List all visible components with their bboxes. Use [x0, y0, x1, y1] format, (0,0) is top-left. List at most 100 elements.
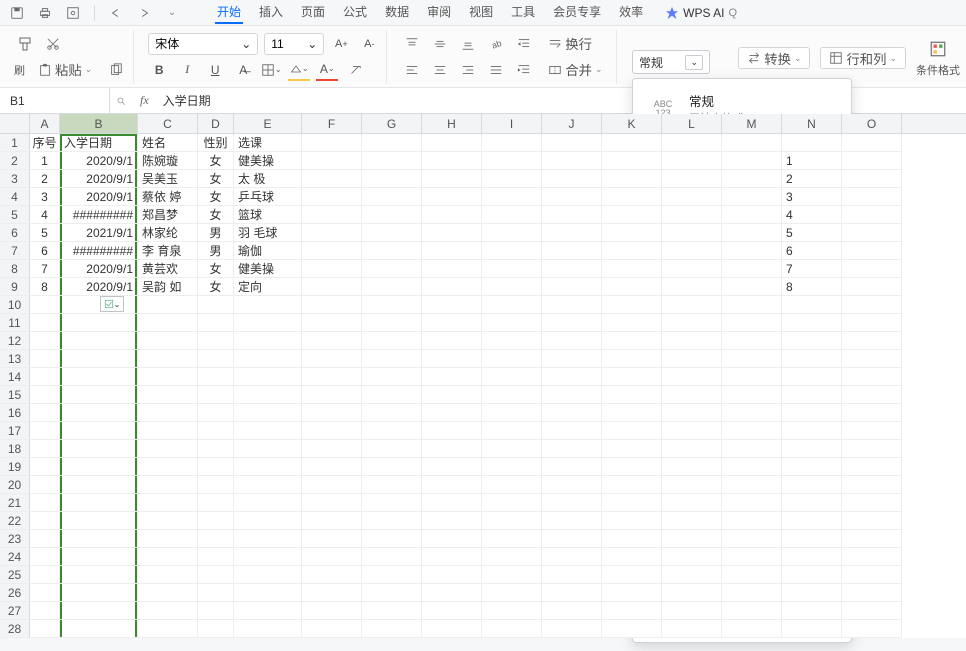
cell[interactable]: [362, 458, 422, 476]
cell[interactable]: [302, 278, 362, 296]
cell[interactable]: [722, 368, 782, 386]
cell[interactable]: [234, 422, 302, 440]
cell[interactable]: [30, 530, 60, 548]
cell[interactable]: [482, 332, 542, 350]
row-header[interactable]: 11: [0, 314, 30, 332]
col-header-K[interactable]: K: [602, 114, 662, 133]
cell[interactable]: [842, 476, 902, 494]
cell[interactable]: [362, 332, 422, 350]
cell[interactable]: [138, 530, 198, 548]
cell[interactable]: [722, 530, 782, 548]
cell[interactable]: 男: [198, 242, 234, 260]
cell[interactable]: [362, 530, 422, 548]
cell[interactable]: [234, 296, 302, 314]
strike-icon[interactable]: A̶: [232, 59, 254, 81]
cell[interactable]: [662, 458, 722, 476]
cell[interactable]: 女: [198, 152, 234, 170]
cell[interactable]: [662, 602, 722, 620]
cell[interactable]: [138, 296, 198, 314]
tab-formula[interactable]: 公式: [341, 1, 369, 24]
cell[interactable]: [782, 422, 842, 440]
cell[interactable]: [602, 512, 662, 530]
cell[interactable]: [302, 512, 362, 530]
cell[interactable]: [542, 512, 602, 530]
cell[interactable]: 2020/9/1: [60, 260, 138, 278]
cell[interactable]: [60, 512, 138, 530]
cell[interactable]: [482, 260, 542, 278]
wrap-button[interactable]: 换行: [541, 33, 599, 55]
cell[interactable]: [422, 494, 482, 512]
cell[interactable]: [482, 314, 542, 332]
cell[interactable]: [198, 458, 234, 476]
cell[interactable]: 定向: [234, 278, 302, 296]
cell[interactable]: [302, 566, 362, 584]
cell[interactable]: 5: [782, 224, 842, 242]
cell[interactable]: [30, 422, 60, 440]
cell[interactable]: 健美操: [234, 152, 302, 170]
cell[interactable]: [842, 602, 902, 620]
cell[interactable]: [602, 404, 662, 422]
row-header[interactable]: 4: [0, 188, 30, 206]
cell[interactable]: [198, 368, 234, 386]
cell[interactable]: [302, 188, 362, 206]
cell[interactable]: [722, 584, 782, 602]
cell[interactable]: [422, 548, 482, 566]
cell[interactable]: [422, 314, 482, 332]
tab-data[interactable]: 数据: [383, 1, 411, 24]
search-icon[interactable]: [110, 90, 132, 112]
cell[interactable]: 太 极: [234, 170, 302, 188]
justify-icon[interactable]: [485, 59, 507, 81]
row-header[interactable]: 17: [0, 422, 30, 440]
cell[interactable]: [482, 530, 542, 548]
cell[interactable]: [198, 494, 234, 512]
cell[interactable]: [542, 170, 602, 188]
cell[interactable]: [362, 368, 422, 386]
cell[interactable]: 2020/9/1: [60, 188, 138, 206]
cell[interactable]: [662, 476, 722, 494]
cell[interactable]: [662, 206, 722, 224]
cell[interactable]: [542, 602, 602, 620]
cell[interactable]: [302, 224, 362, 242]
cell[interactable]: [542, 548, 602, 566]
cell[interactable]: [542, 242, 602, 260]
row-header[interactable]: 22: [0, 512, 30, 530]
cell[interactable]: [138, 314, 198, 332]
row-header[interactable]: 28: [0, 620, 30, 638]
cell[interactable]: [422, 620, 482, 638]
cell[interactable]: [60, 494, 138, 512]
cell[interactable]: [482, 134, 542, 152]
cell[interactable]: [722, 422, 782, 440]
cell[interactable]: [542, 260, 602, 278]
cell[interactable]: [302, 458, 362, 476]
cell[interactable]: 蔡依 婷: [138, 188, 198, 206]
cell[interactable]: [782, 440, 842, 458]
tab-insert[interactable]: 插入: [257, 1, 285, 24]
cell[interactable]: [422, 404, 482, 422]
cell[interactable]: [662, 224, 722, 242]
cell[interactable]: [234, 458, 302, 476]
cell[interactable]: [30, 476, 60, 494]
cell[interactable]: [722, 296, 782, 314]
clear-format-icon[interactable]: [344, 59, 366, 81]
bold-icon[interactable]: B: [148, 59, 170, 81]
cell[interactable]: [482, 242, 542, 260]
cell[interactable]: [302, 476, 362, 494]
cell[interactable]: 郑昌梦: [138, 206, 198, 224]
cell[interactable]: [662, 350, 722, 368]
cell[interactable]: [722, 314, 782, 332]
cell[interactable]: [722, 260, 782, 278]
cell[interactable]: [30, 602, 60, 620]
cell[interactable]: [138, 566, 198, 584]
cell[interactable]: [782, 368, 842, 386]
cell[interactable]: [482, 440, 542, 458]
cell[interactable]: [662, 620, 722, 638]
cell[interactable]: [842, 314, 902, 332]
cell[interactable]: [198, 566, 234, 584]
convert-button[interactable]: 转换⌄: [738, 47, 810, 69]
cell[interactable]: [362, 224, 422, 242]
cell[interactable]: [30, 512, 60, 530]
cell[interactable]: [422, 566, 482, 584]
cell[interactable]: [722, 134, 782, 152]
cell[interactable]: [842, 566, 902, 584]
cell[interactable]: [198, 332, 234, 350]
